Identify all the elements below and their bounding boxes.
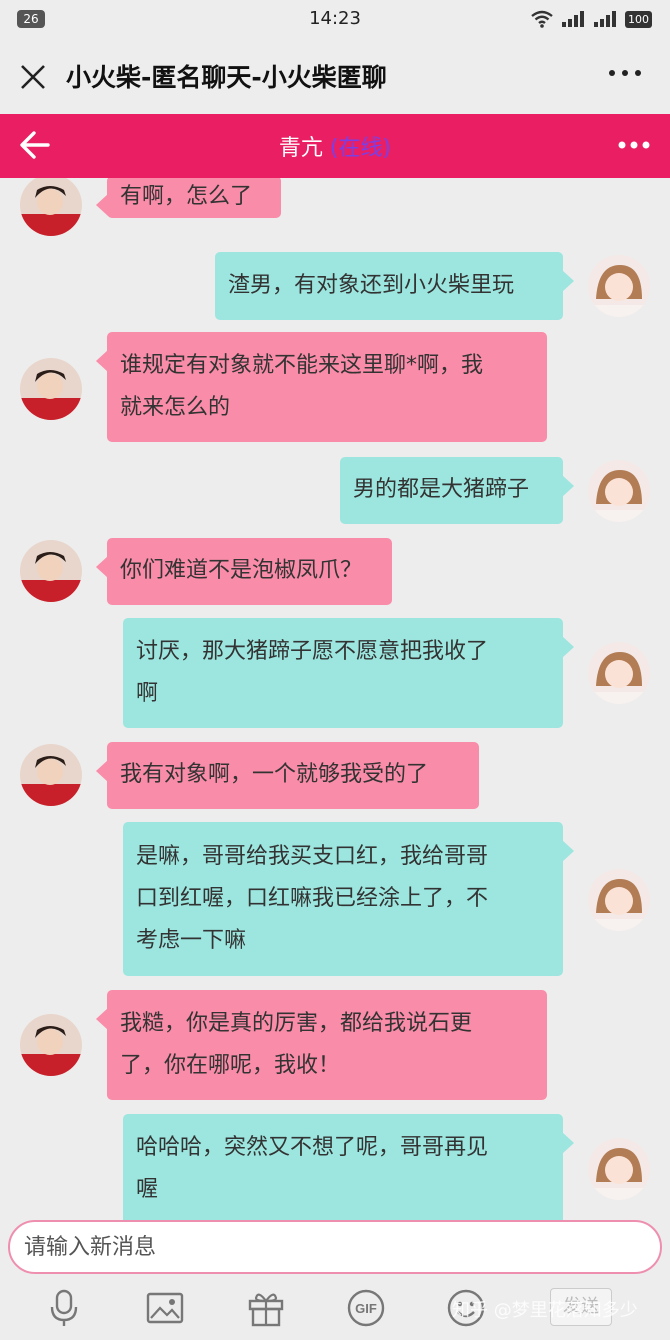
- chat-header: 青亢 (在线): [0, 114, 670, 178]
- message-line: 哈哈哈，突然又不想了呢，哥哥再见: [136, 1135, 489, 1160]
- message-line: 谁规定有对象就不能来这里聊*啊，我: [120, 353, 484, 378]
- message-line: 有啊，怎么了: [120, 184, 253, 209]
- message-bubble[interactable]: 讨厌，那大猪蹄子愿不愿意把我收了 啊: [123, 618, 574, 728]
- page-title: 小火柴-匿名聊天-小火柴匿聊: [66, 63, 387, 92]
- message-line: 啊: [136, 681, 159, 706]
- avatar-self[interactable]: [588, 460, 650, 522]
- avatar-self[interactable]: [588, 642, 650, 704]
- message-bubble[interactable]: 有啊，怎么了: [96, 178, 281, 218]
- avatar-contact[interactable]: [20, 1014, 82, 1076]
- message-bubble[interactable]: 我有对象啊，一个就够我受的了: [96, 742, 479, 809]
- avatar-contact[interactable]: [20, 358, 82, 420]
- message-list[interactable]: 有啊，怎么了 渣男，有对象还到小火柴里玩 谁规定有对象就不能来这里聊*啊，我 就…: [0, 178, 670, 1220]
- avatar-contact[interactable]: [20, 744, 82, 806]
- gift-icon[interactable]: [246, 1288, 286, 1328]
- image-icon[interactable]: [145, 1288, 185, 1328]
- input-bar: GIF 发送 知乎 @梦里花落知多少: [0, 1220, 670, 1340]
- message-bubble[interactable]: 你们难道不是泡椒凤爪？: [96, 538, 392, 605]
- microphone-icon[interactable]: [44, 1288, 84, 1328]
- message-line: 是嘛，哥哥给我买支口红，我给哥哥: [136, 844, 489, 869]
- chat-title: 青亢 (在线): [0, 130, 670, 162]
- watermark: 知乎 @梦里花落知多少: [452, 1300, 638, 1321]
- message-bubble[interactable]: 是嘛，哥哥给我买支口红，我给哥哥 口到红喔，口红嘛我已经涂上了，不 考虑一下嘛: [123, 822, 574, 976]
- avatar-contact[interactable]: [20, 178, 82, 236]
- signal-icon: [562, 11, 584, 27]
- message-line: 我有对象啊，一个就够我受的了: [120, 762, 429, 787]
- message-line: 我糙，你是真的厉害，都给我说石更: [120, 1011, 473, 1036]
- message-line: 口到红喔，口红嘛我已经涂上了，不: [136, 886, 489, 911]
- more-icon[interactable]: [608, 68, 642, 78]
- contact-name: 青亢: [278, 136, 323, 161]
- avatar-self[interactable]: [588, 1138, 650, 1200]
- avatar-self[interactable]: [588, 869, 650, 931]
- message-line: 考虑一下嘛: [136, 928, 247, 953]
- message-bubble[interactable]: 男的都是大猪蹄子: [340, 457, 574, 524]
- message-line: 讨厌，那大猪蹄子愿不愿意把我收了: [136, 639, 489, 664]
- message-bubble[interactable]: 我糙，你是真的厉害，都给我说石更 了，你在哪呢，我收！: [96, 990, 547, 1100]
- svg-text:GIF: GIF: [355, 1301, 377, 1316]
- message-line: 喔: [136, 1177, 159, 1202]
- wifi-icon: [531, 10, 553, 28]
- message-input[interactable]: [8, 1220, 662, 1274]
- close-icon[interactable]: [20, 64, 46, 90]
- message-bubble[interactable]: 哈哈哈，突然又不想了呢，哥哥再见 喔: [123, 1114, 574, 1220]
- message-line: 渣男，有对象还到小火柴里玩: [228, 273, 515, 298]
- message-bubble[interactable]: 渣男，有对象还到小火柴里玩: [215, 252, 574, 320]
- message-line: 你们难道不是泡椒凤爪？: [120, 558, 363, 583]
- chat-more-icon[interactable]: [618, 140, 650, 150]
- gif-icon[interactable]: GIF: [346, 1288, 386, 1328]
- battery-icon: 100: [625, 10, 652, 28]
- title-bar: 小火柴-匿名聊天-小火柴匿聊: [0, 38, 670, 114]
- message-bubble[interactable]: 谁规定有对象就不能来这里聊*啊，我 就来怎么的: [96, 332, 547, 442]
- avatar-contact[interactable]: [20, 540, 82, 602]
- message-line: 了，你在哪呢，我收！: [120, 1053, 341, 1078]
- status-icons: 100: [531, 9, 652, 29]
- message-line: 男的都是大猪蹄子: [353, 477, 530, 502]
- status-bar: 26 14:23 100: [0, 0, 670, 38]
- avatar-self[interactable]: [588, 255, 650, 317]
- contact-status: (在线): [329, 136, 392, 161]
- signal-icon-2: [594, 11, 616, 27]
- message-line: 就来怎么的: [120, 395, 231, 420]
